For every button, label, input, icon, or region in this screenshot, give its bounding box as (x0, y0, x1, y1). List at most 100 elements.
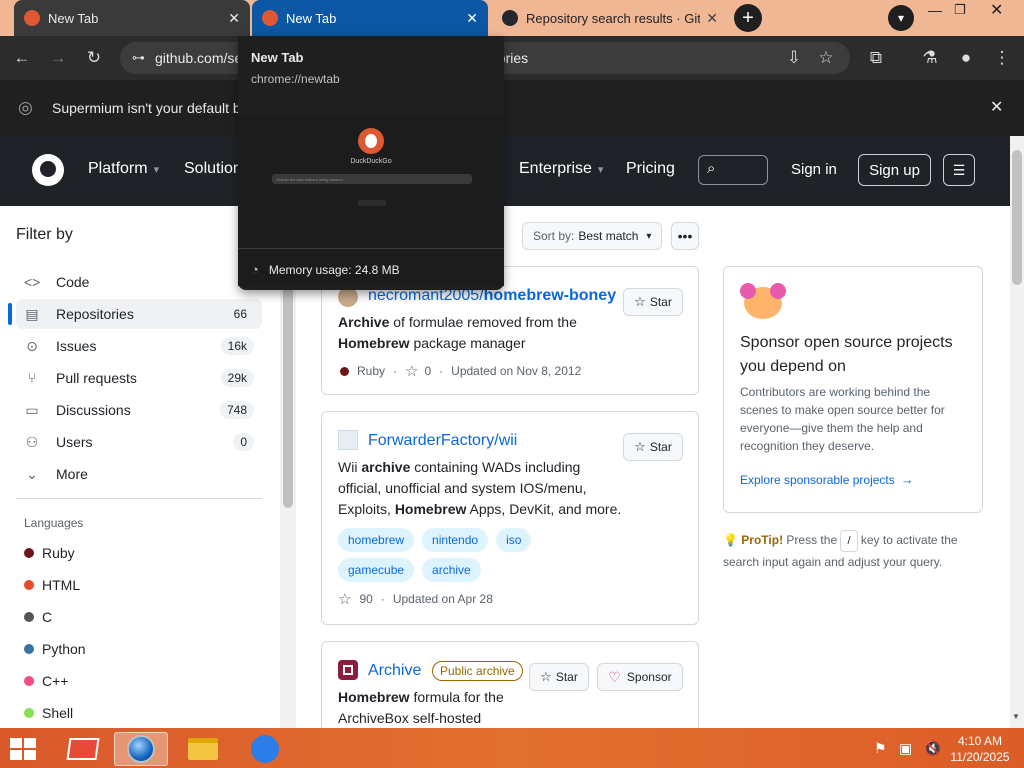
protip: 💡 ProTip! Press the / key to activate th… (723, 530, 983, 572)
nav-solutions[interactable]: Solutions (184, 160, 238, 178)
labs-icon[interactable]: ⚗ (916, 44, 944, 72)
tab-search-button[interactable]: ▾ (888, 5, 914, 31)
profile-icon[interactable]: ● (952, 44, 980, 72)
owner-avatar (338, 287, 358, 307)
star-button[interactable]: ☆ Star (623, 288, 683, 316)
language-color-dot (340, 366, 349, 376)
topic-tag[interactable]: homebrew (338, 528, 415, 552)
sidebar-scroll-thumb[interactable] (283, 280, 293, 508)
network-icon[interactable]: ▣ (899, 740, 912, 757)
language-color-dot (24, 708, 34, 718)
more-options-button[interactable]: ••• (671, 222, 699, 250)
star-icon: ☆ (540, 669, 552, 684)
new-tab-button[interactable]: + (734, 4, 762, 32)
tab-hover-card: New Tab chrome://newtab DuckDuckGo Searc… (238, 36, 504, 290)
sort-dropdown[interactable]: Sort by: Best match ▾ (522, 222, 662, 250)
action-center-flag-icon[interactable]: ⚑ (874, 740, 887, 757)
nav-enterprise[interactable]: Enterprise ▾ (519, 160, 603, 178)
language-html[interactable]: HTML (24, 573, 80, 597)
back-button[interactable]: ← (8, 44, 36, 72)
taskbar-app-icon[interactable] (56, 732, 110, 766)
filter-pull-requests[interactable]: ⑂ Pull requests 29k (16, 363, 262, 393)
tab-title: New Tab (48, 10, 99, 26)
topic-list: homebrew nintendo iso (338, 528, 532, 552)
scroll-down-arrow-icon[interactable]: ▼ (1012, 712, 1020, 721)
owner-avatar (338, 660, 358, 680)
github-logo-icon[interactable] (32, 154, 64, 186)
tab-github-search[interactable]: Repository search results · GitHub ✕ (492, 0, 728, 36)
close-icon[interactable]: ✕ (706, 10, 718, 27)
forward-button[interactable]: → (44, 44, 72, 72)
explore-sponsorable-link[interactable]: Explore sponsorable projects → (740, 472, 914, 487)
duckduckgo-icon (24, 10, 40, 26)
topic-list: gamecube archive (338, 558, 481, 582)
filter-users[interactable]: ⚇ Users 0 (16, 427, 262, 457)
search-input[interactable]: ⌕ (698, 155, 768, 185)
install-icon[interactable]: ⇩ (780, 44, 808, 72)
topic-tag[interactable]: iso (496, 528, 532, 552)
close-window-button[interactable]: ✕ (990, 0, 1010, 20)
nav-pricing[interactable]: Pricing (626, 160, 675, 178)
selected-indicator (8, 303, 12, 325)
chevron-down-icon: ▾ (153, 163, 160, 176)
preview-brand: DuckDuckGo (350, 158, 392, 165)
topic-tag[interactable]: gamecube (338, 558, 415, 582)
topic-tag[interactable]: nintendo (422, 528, 489, 552)
menu-icon[interactable]: ⋮ (988, 44, 1016, 72)
close-icon[interactable]: ✕ (466, 10, 478, 27)
duckduckgo-icon (262, 10, 278, 26)
reload-icon: ↻ (86, 48, 102, 67)
language-color-dot (24, 612, 34, 622)
minimize-button[interactable]: — (928, 2, 948, 22)
taskbar-browser-icon[interactable] (114, 732, 168, 766)
preview-protection-badge (358, 200, 386, 206)
repo-title-link[interactable]: Archive (368, 662, 421, 680)
language-cpp[interactable]: C++ (24, 669, 68, 693)
repo-description: Homebrew formula for the ArchiveBox self… (338, 689, 504, 726)
extensions-icon[interactable]: ⧉ (862, 44, 890, 72)
filter-repositories[interactable]: ▤ Repositories 66 (8, 299, 262, 329)
bookmark-star-icon[interactable]: ☆ (812, 44, 840, 72)
reload-button[interactable]: ↻ (80, 44, 108, 72)
taskbar-clock[interactable]: 4:10 AM 11/20/2025 (948, 733, 1012, 765)
topic-tag[interactable]: archive (422, 558, 481, 582)
close-icon[interactable]: ✕ (990, 97, 1003, 117)
filter-more[interactable]: ⌄ More (16, 459, 262, 489)
sponsor-body: Contributors are working behind the scen… (740, 385, 945, 453)
public-archive-badge: Public archive (432, 661, 523, 681)
filter-menu-button[interactable]: ☰ (943, 154, 975, 186)
sign-in-link[interactable]: Sign in (791, 161, 837, 178)
star-icon: ☆ (338, 591, 352, 608)
taskbar-file-explorer-icon[interactable] (176, 732, 230, 766)
sliders-icon: ☰ (952, 161, 966, 178)
kebab-horizontal-icon: ••• (677, 228, 693, 244)
language-color-dot (24, 580, 34, 590)
filter-issues[interactable]: ⊙ Issues 16k (16, 331, 262, 361)
result-card: ForwarderFactory/wii ☆ Star Wii archive c… (321, 411, 699, 625)
tab-new-tab-1[interactable]: New Tab ✕ (14, 0, 250, 36)
page-scroll-thumb[interactable] (1012, 150, 1022, 285)
language-shell[interactable]: Shell (24, 701, 73, 725)
sign-up-button[interactable]: Sign up (858, 154, 931, 186)
star-button[interactable]: ☆ Star (623, 433, 683, 461)
memory-gauge-icon: ◔ (251, 262, 259, 277)
volume-muted-icon[interactable]: 🔇 (924, 740, 941, 757)
restore-button[interactable]: ❐ (954, 2, 974, 22)
language-ruby[interactable]: Ruby (24, 541, 75, 565)
filter-code[interactable]: <> Code (16, 267, 262, 297)
repo-title-link[interactable]: ForwarderFactory/wii (368, 432, 517, 450)
arrow-left-icon: ← (13, 48, 31, 67)
close-icon[interactable]: ✕ (228, 10, 240, 27)
language-c[interactable]: C (24, 605, 52, 629)
nav-platform[interactable]: Platform ▾ (88, 160, 159, 178)
start-button[interactable] (8, 736, 38, 762)
sponsor-title: Sponsor open source projects you depend … (740, 334, 953, 375)
language-python[interactable]: Python (24, 637, 86, 661)
discussion-icon: ▭ (25, 401, 39, 418)
tab-new-tab-2[interactable]: New Tab ✕ (252, 0, 488, 36)
site-info-icon: ⊶ (132, 50, 145, 65)
filter-discussions[interactable]: ▭ Discussions 748 (16, 395, 262, 425)
taskbar-bird-app-icon[interactable] (238, 732, 292, 766)
owner-avatar (338, 430, 358, 450)
people-icon: ⚇ (25, 433, 39, 450)
